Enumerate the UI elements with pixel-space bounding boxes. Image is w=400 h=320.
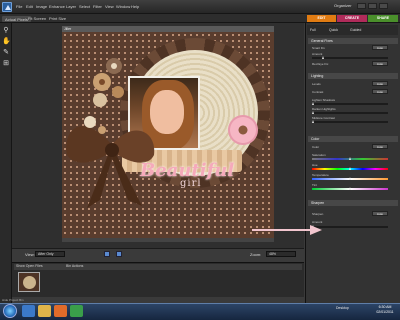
brown-ribbon-bow-graphic <box>66 116 155 208</box>
app-logo-icon[interactable] <box>2 2 12 12</box>
color-auto-button[interactable]: Auto <box>372 144 388 149</box>
red-eye-label: Red Eye Fix <box>312 62 329 66</box>
actual-pixels-button[interactable]: Actual Pixels <box>2 16 31 22</box>
section-sharpen[interactable]: Sharpen <box>308 200 398 206</box>
midtone-contrast-slider[interactable] <box>312 120 388 123</box>
menu-select[interactable]: Select <box>79 4 90 10</box>
levels-label: Levels <box>312 82 321 86</box>
tint-slider[interactable] <box>312 187 388 190</box>
contrast-auto-button[interactable]: Auto <box>372 89 388 94</box>
edit-mode-tab[interactable]: EDIT <box>307 15 336 22</box>
lighten-shadows-slider[interactable] <box>312 102 388 105</box>
menu-edit[interactable]: Edit <box>26 4 33 10</box>
midtone-contrast-label: Midtone Contrast <box>312 116 335 120</box>
crop-tool-icon[interactable]: ⊞ <box>2 60 10 68</box>
hide-project-bin-toggle[interactable]: Hide Project Bin <box>2 298 24 302</box>
start-button-icon[interactable] <box>3 304 17 318</box>
sharpen-amount-slider[interactable] <box>312 225 388 228</box>
window-controls <box>355 3 399 10</box>
share-mode-tab[interactable]: SHARE <box>368 15 398 22</box>
beautiful-title-text: Beautiful <box>140 160 235 181</box>
girl-subtitle-text: girl <box>180 178 202 189</box>
project-bin-header <box>14 264 302 270</box>
create-mode-tab[interactable]: CREATE <box>337 15 367 22</box>
horizontal-scrollbar[interactable] <box>62 238 274 242</box>
clock-date: 02/01/2011 <box>376 309 394 314</box>
lighten-shadows-label: Lighten Shadows <box>312 98 336 102</box>
menu-enhance[interactable]: Enhance <box>49 4 65 10</box>
tab-guided[interactable]: Guided <box>350 28 361 32</box>
hand-tool-icon[interactable]: ✋ <box>2 38 11 46</box>
menu-filter[interactable]: Filter <box>93 4 102 10</box>
system-clock[interactable]: 6:30 AM 02/01/2011 <box>372 305 398 314</box>
tab-full[interactable]: Full <box>310 28 316 32</box>
swap-view-icon[interactable] <box>104 251 110 257</box>
section-general-fixes[interactable]: General Fixes <box>308 38 398 44</box>
menu-layer[interactable]: Layer <box>66 4 76 10</box>
zoom-label: Zoom: <box>250 252 262 257</box>
hue-label: Hue <box>312 163 318 167</box>
menu-file[interactable]: File <box>16 4 22 10</box>
photoshop-elements-taskbar-icon[interactable] <box>70 305 83 317</box>
saturation-label: Saturation <box>312 153 326 157</box>
hue-slider[interactable] <box>312 167 388 170</box>
show-open-files-select[interactable]: Show Open Files <box>16 264 43 268</box>
amount-label: Amount <box>312 52 323 56</box>
temperature-label: Temperature <box>312 173 329 177</box>
folder-icon[interactable] <box>38 305 51 317</box>
tab-quick[interactable]: Quick <box>329 28 338 32</box>
quick-selection-icon[interactable]: ✎ <box>2 49 10 57</box>
smart-fix-label: Smart Fix <box>312 46 325 50</box>
darken-highlights-slider[interactable] <box>312 111 388 114</box>
smart-fix-auto-button[interactable]: Auto <box>372 45 388 50</box>
smart-fix-slider[interactable] <box>312 56 388 59</box>
minimize-icon[interactable] <box>357 3 366 9</box>
menu-window[interactable]: Window <box>116 4 130 10</box>
pink-flower-graphic <box>228 115 258 145</box>
darken-highlights-label: Darken Highlights <box>312 107 336 111</box>
print-size-button[interactable]: Print Size <box>49 16 66 22</box>
annotation-arrow-icon <box>252 225 322 235</box>
section-lighting[interactable]: Lighting <box>308 73 398 79</box>
zoom-input[interactable]: 48% <box>266 251 296 257</box>
internet-explorer-icon[interactable] <box>22 305 35 317</box>
sharpen-label: Sharpen <box>312 212 324 216</box>
desktop-toolbar[interactable]: Desktop <box>336 306 349 310</box>
red-eye-auto-button[interactable]: Auto <box>372 61 388 66</box>
sharpen-auto-button[interactable]: Auto <box>372 211 388 216</box>
tint-label: Tint <box>312 183 317 187</box>
maximize-icon[interactable] <box>368 3 377 9</box>
menu-view[interactable]: View <box>105 4 114 10</box>
zoom-tool-icon[interactable]: ⚲ <box>2 27 10 35</box>
temperature-slider[interactable] <box>312 177 388 180</box>
menu-help[interactable]: Help <box>131 4 139 10</box>
levels-auto-button[interactable]: Auto <box>372 81 388 86</box>
organizer-button[interactable]: Organizer <box>334 3 352 10</box>
compare-view-icon[interactable] <box>116 251 122 257</box>
view-select[interactable]: After Only <box>35 251 65 257</box>
media-player-icon[interactable] <box>54 305 67 317</box>
menu-image[interactable]: Image <box>36 4 47 10</box>
fit-screen-button[interactable]: Fit Screen <box>28 16 46 22</box>
open-file-thumbnail[interactable] <box>18 272 40 292</box>
section-color[interactable]: Color <box>308 136 398 142</box>
color-label: Color <box>312 145 320 149</box>
bin-actions-menu[interactable]: Bin Actions <box>66 264 83 268</box>
saturation-slider[interactable] <box>312 157 388 160</box>
view-label: View: <box>25 252 35 257</box>
close-icon[interactable] <box>379 3 388 9</box>
contrast-label: Contrast <box>312 90 324 94</box>
